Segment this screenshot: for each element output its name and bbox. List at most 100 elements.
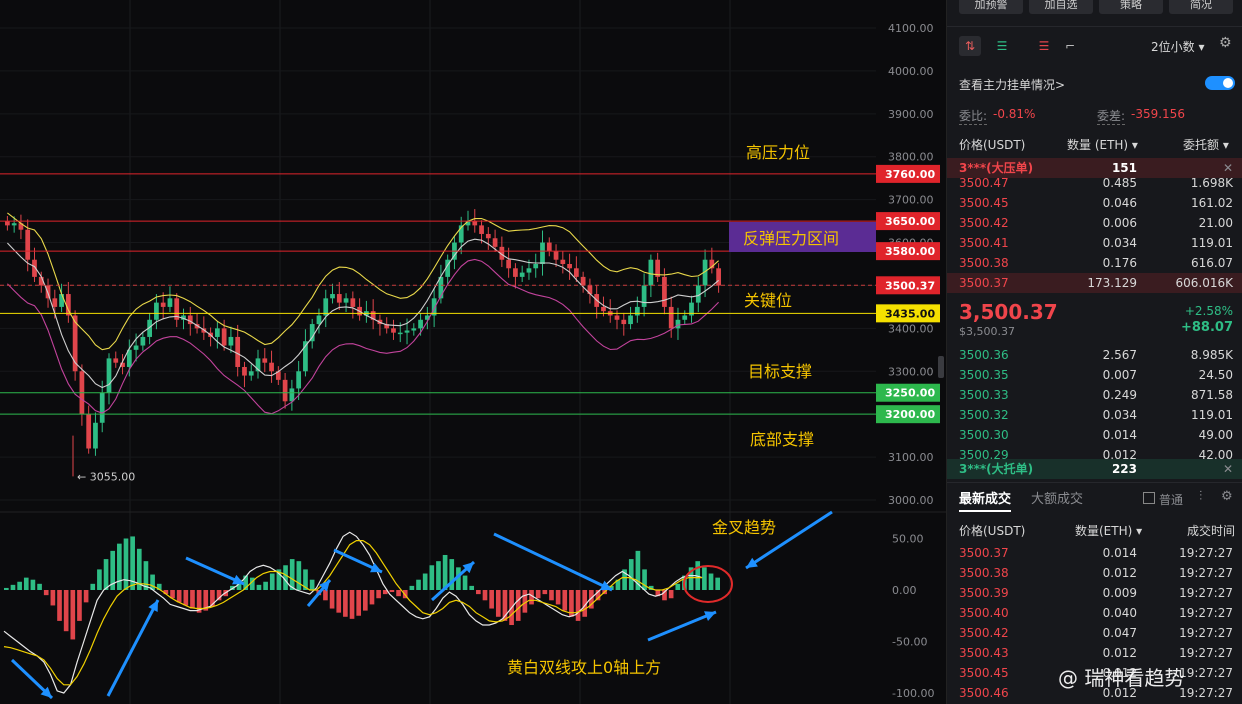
trade-row[interactable]: 3500.43 0.012 19:27:27 [947, 643, 1242, 663]
row-amount: 119.01 [1191, 408, 1233, 422]
lower-band-line [7, 258, 719, 415]
bid-row[interactable]: 3500.29 0.012 42.00 [947, 445, 1242, 465]
macd-tick-label: 50.00 [892, 533, 924, 546]
add-alert-button[interactable]: 加预警 [959, 0, 1023, 14]
header-amount[interactable]: 委托额 ▾ [1183, 136, 1229, 153]
macd-bar [549, 590, 554, 601]
row-price: 3500.43 [959, 646, 1009, 660]
row-amount: 21.00 [1198, 216, 1233, 230]
candle-body [59, 294, 64, 307]
kline-chart[interactable]: 4100.004000.003900.003800.003700.003600.… [0, 0, 946, 704]
divider [947, 482, 1242, 483]
macd-bar [57, 590, 62, 621]
bid-row[interactable]: 3500.30 0.014 49.00 [947, 425, 1242, 445]
tab-large-trades[interactable]: 大额成交 [1031, 488, 1083, 507]
macd-bar [263, 581, 268, 590]
row-price: 3500.46 [959, 686, 1009, 700]
row-price: 3500.37 [959, 276, 1009, 290]
bid-row[interactable]: 3500.35 0.007 24.50 [947, 365, 1242, 385]
row-price: 3500.45 [959, 666, 1009, 680]
orders-toggle[interactable] [1205, 76, 1235, 90]
row-qty: 2.567 [1102, 348, 1137, 362]
add-watchlist-button[interactable]: 加自选 [1029, 0, 1093, 14]
tab-latest-trades[interactable]: 最新成交 [959, 488, 1012, 512]
row-amount: 871.58 [1191, 388, 1233, 402]
filter-icon[interactable]: ⫶ [1199, 489, 1202, 504]
macd-bar [675, 583, 681, 590]
trade-row[interactable]: 3500.40 0.040 19:27:27 [947, 603, 1242, 623]
bid-row[interactable]: 3500.36 2.567 8.985K [947, 345, 1242, 365]
candle-body [479, 225, 484, 234]
trade-row[interactable]: 3500.37 0.014 19:27:27 [947, 543, 1242, 563]
settings-icon[interactable]: ⚙ [1221, 489, 1233, 504]
macd-bar [63, 590, 69, 632]
trade-row[interactable]: 3500.42 0.047 19:27:27 [947, 623, 1242, 643]
overview-button[interactable]: 简况 [1169, 0, 1233, 14]
row-amount: 161.02 [1191, 196, 1233, 210]
macd-bar [176, 590, 182, 603]
bid-row[interactable]: 3500.33 0.249 871.58 [947, 385, 1242, 405]
bids-only-icon[interactable]: ☰ [991, 36, 1013, 56]
macd-bar [77, 590, 82, 621]
change-value: +88.07 [1180, 320, 1233, 335]
macd-bar [389, 590, 395, 593]
check-orders-link[interactable]: 查看主力挂单情况> [959, 76, 1065, 93]
chart-area[interactable]: 4100.004000.003900.003800.003700.003600.… [0, 0, 946, 704]
row-amount: 49.00 [1198, 428, 1233, 442]
macd-bar [343, 590, 348, 617]
trade-row[interactable]: 3500.38 0.012 19:27:27 [947, 563, 1242, 583]
header-qty[interactable]: 数量 (ETH) ▾ [1067, 136, 1138, 153]
macd-bar [422, 573, 428, 590]
level-tag-label: 3650.00 [885, 215, 935, 228]
ask-row[interactable]: 3500.37 173.129 606.016K [947, 273, 1242, 293]
row-qty: 0.046 [1102, 196, 1137, 210]
row-time: 19:27:27 [1179, 686, 1233, 700]
macd-bar [90, 583, 96, 590]
macd-bar [482, 590, 488, 601]
divider [947, 26, 1242, 27]
macd-bar [70, 590, 76, 640]
macd-bar [416, 579, 421, 590]
asks-only-icon[interactable]: ☰ [1033, 36, 1055, 56]
candle-body [86, 414, 92, 449]
candle-body [248, 371, 254, 376]
candle-body [560, 259, 566, 264]
candle-body [601, 306, 606, 312]
candle-body [52, 298, 58, 307]
trades-layout-icon[interactable]: ⌐ [1059, 36, 1081, 56]
trade-row[interactable]: 3500.39 0.009 19:27:27 [947, 583, 1242, 603]
ask-row[interactable]: 3500.42 0.006 21.00 [947, 213, 1242, 233]
decimal-select[interactable]: 2位小数 ▾ [1151, 38, 1204, 55]
ask-row[interactable]: 3500.45 0.046 161.02 [947, 193, 1242, 213]
row-price: 3500.45 [959, 196, 1009, 210]
macd-bar [10, 584, 16, 590]
bid-row[interactable]: 3500.32 0.034 119.01 [947, 405, 1242, 425]
macd-bar [190, 590, 195, 609]
price-tick-label: 3900.00 [888, 108, 934, 121]
normal-checkbox[interactable] [1143, 492, 1155, 504]
candle-body [573, 268, 579, 277]
candle-body [160, 302, 166, 307]
ask-row[interactable]: 3500.41 0.034 119.01 [947, 233, 1242, 253]
macd-tick-label: -50.00 [892, 636, 927, 649]
ask-row[interactable]: 3500.47 0.485 1.698K [947, 173, 1242, 193]
annotation-key-level: 关键位 [744, 291, 792, 310]
strategy-button[interactable]: 策略 [1099, 0, 1163, 14]
annotation-golden-cross: 金叉趋势 [712, 518, 776, 537]
candle-body [214, 328, 220, 337]
macd-bar [309, 579, 315, 590]
row-price: 3500.42 [959, 216, 1009, 230]
candle-body [140, 336, 146, 346]
watermark: @ 瑞神看趋势 [1058, 666, 1185, 690]
macd-bar [476, 590, 481, 595]
both-sides-icon[interactable]: ⇅ [959, 36, 981, 56]
ask-row[interactable]: 3500.38 0.176 616.07 [947, 253, 1242, 273]
candle-body [553, 251, 559, 260]
macd-bar [409, 585, 415, 590]
candle-body [330, 294, 335, 299]
trade-header-qty[interactable]: 数量(ETH) ▾ [1075, 522, 1142, 539]
candle-body [350, 298, 356, 307]
row-time: 19:27:27 [1179, 626, 1233, 640]
weicha-label: 委差: [1097, 109, 1126, 125]
settings-icon[interactable]: ⚙ [1219, 35, 1232, 51]
